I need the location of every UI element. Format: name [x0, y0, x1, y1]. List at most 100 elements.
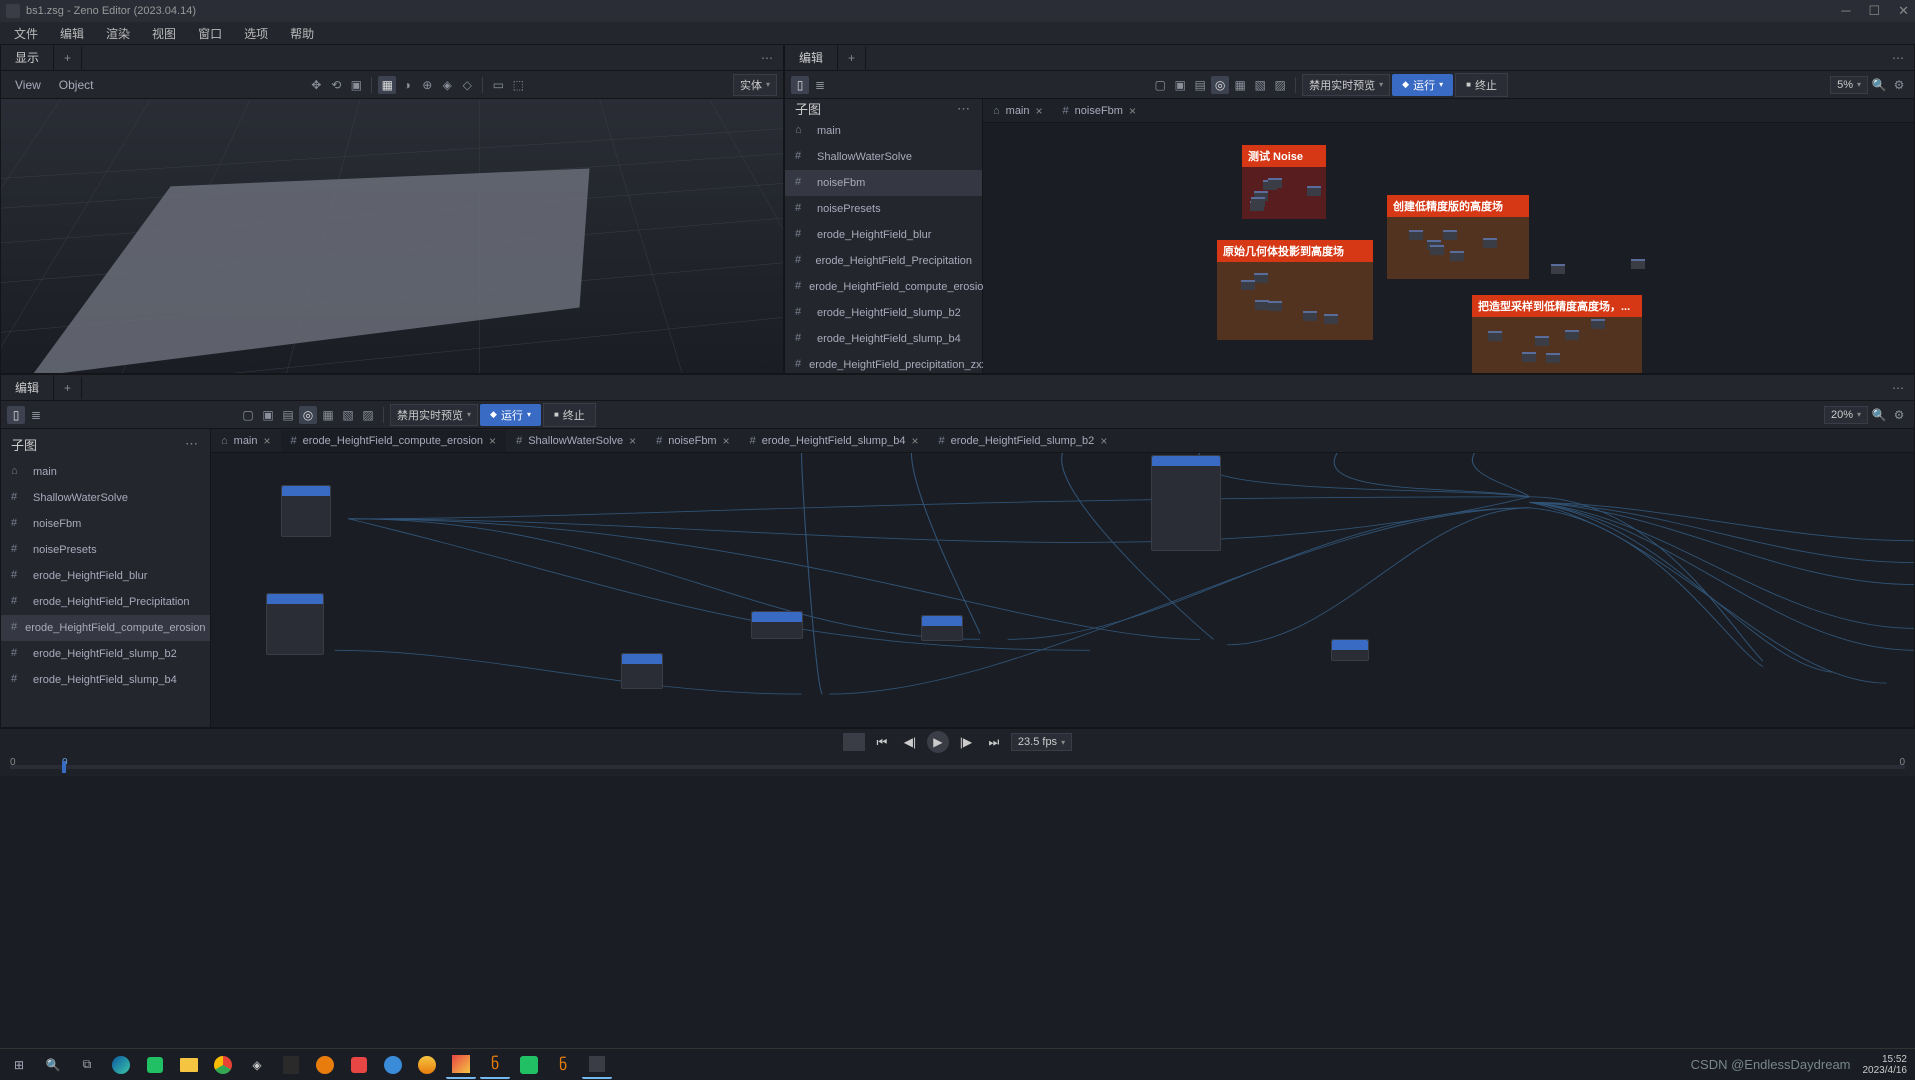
search-icon[interactable]: 🔍	[1870, 76, 1888, 94]
canvas-tab-noisefbm[interactable]: #noiseFbm×	[1053, 100, 1146, 122]
wire-icon[interactable]: ◇	[458, 76, 476, 94]
sidebar-item[interactable]: #erode_HeightField_Precipitation	[1, 589, 210, 615]
sidebar-menu-icon[interactable]: ⋯	[957, 101, 972, 117]
taskview-button[interactable]: ⧉	[72, 1051, 102, 1079]
node-group[interactable]: 测试 Noise	[1242, 145, 1326, 217]
zoom-dropdown[interactable]: 5%	[1830, 76, 1868, 94]
sidebar-item[interactable]: #ShallowWaterSolve	[785, 144, 982, 170]
sidebar-item[interactable]: #ShallowWaterSolve	[1, 485, 210, 511]
houdini-icon[interactable]: ნ	[548, 1051, 578, 1079]
app-icon[interactable]	[412, 1051, 442, 1079]
blender-icon[interactable]	[310, 1051, 340, 1079]
camera-icon[interactable]: ▭	[489, 76, 507, 94]
tab-add-bottom[interactable]: +	[54, 377, 82, 399]
app-icon[interactable]	[446, 1051, 476, 1079]
epic-icon[interactable]	[276, 1051, 306, 1079]
sidebar-item[interactable]: ⌂main	[1, 459, 210, 485]
canvas-tab[interactable]: #noiseFbm×	[646, 430, 739, 452]
menu-help[interactable]: 帮助	[280, 23, 324, 44]
layout1-icon[interactable]: ▯	[791, 76, 809, 94]
object-mode[interactable]: Object	[51, 78, 102, 92]
tool-c-icon[interactable]: ▤	[1191, 76, 1209, 94]
zoom-dropdown[interactable]: 20%	[1824, 406, 1868, 424]
sidebar-item[interactable]: #erode_HeightField_blur	[785, 222, 982, 248]
tool-a-icon[interactable]: ▢	[239, 406, 257, 424]
tool-b-icon[interactable]: ▣	[259, 406, 277, 424]
node-canvas-top[interactable]: ⌂main× #noiseFbm× 测试 Noise创建低精度版的高度场原始几何…	[983, 99, 1914, 373]
app-icon[interactable]	[378, 1051, 408, 1079]
canvas-tab-main[interactable]: ⌂main×	[983, 100, 1053, 122]
scale-icon[interactable]: ▣	[347, 76, 365, 94]
preview-dropdown[interactable]: 禁用实时预览	[390, 404, 478, 426]
prev-frame-button[interactable]: ◀|	[899, 731, 921, 753]
node[interactable]	[1151, 455, 1221, 551]
node[interactable]	[281, 485, 331, 537]
sidebar-item[interactable]: #noiseFbm	[1, 511, 210, 537]
tool-a-icon[interactable]: ▢	[1151, 76, 1169, 94]
layout2-icon[interactable]: ≣	[811, 76, 829, 94]
tool-f-icon[interactable]: ▧	[339, 406, 357, 424]
stop-button[interactable]: 终止	[1455, 73, 1508, 97]
node[interactable]	[921, 615, 963, 641]
close-icon[interactable]: ×	[1036, 104, 1043, 118]
chrome-icon[interactable]	[208, 1051, 238, 1079]
palette-icon[interactable]: ◑	[398, 76, 416, 94]
tab-edit[interactable]: 编辑	[785, 45, 838, 70]
play-button[interactable]: ▶	[927, 731, 949, 753]
tool-d-icon[interactable]: ◎	[299, 406, 317, 424]
zeno-icon[interactable]	[582, 1051, 612, 1079]
rotate-icon[interactable]: ⟲	[327, 76, 345, 94]
tool-b-icon[interactable]: ▣	[1171, 76, 1189, 94]
grid-icon[interactable]: ▦	[378, 76, 396, 94]
panel-menu-icon[interactable]: ⋯	[1884, 51, 1914, 65]
canvas-tab[interactable]: #erode_HeightField_slump_b2×	[928, 430, 1117, 452]
start-button[interactable]: ⊞	[4, 1051, 34, 1079]
tool-e-icon[interactable]: ▦	[319, 406, 337, 424]
cube-icon[interactable]: ◈	[438, 76, 456, 94]
canvas-tab[interactable]: #erode_HeightField_compute_erosion×	[281, 430, 507, 452]
canvas-tab[interactable]: ⌂main×	[211, 430, 281, 452]
sidebar-item[interactable]: #noisePresets	[785, 196, 982, 222]
sidebar-item[interactable]: #erode_HeightField_slump_b2	[785, 300, 982, 326]
sidebar-item[interactable]: #erode_HeightField_compute_erosion	[1, 615, 210, 641]
close-icon[interactable]: ×	[1129, 104, 1136, 118]
node[interactable]	[751, 611, 803, 639]
tool-e-icon[interactable]: ▦	[1231, 76, 1249, 94]
node[interactable]	[621, 653, 663, 689]
tool-g-icon[interactable]: ▨	[359, 406, 377, 424]
node-group[interactable]: 原始几何体投影到高度场	[1217, 240, 1373, 338]
menu-view[interactable]: 视图	[142, 23, 186, 44]
sidebar-item[interactable]: ⌂main	[785, 118, 982, 144]
close-icon[interactable]: ×	[264, 434, 271, 448]
panel-menu-icon[interactable]: ⋯	[753, 51, 783, 65]
node[interactable]	[266, 593, 324, 655]
timeline-range-icon[interactable]	[843, 733, 865, 751]
globe-icon[interactable]: ⊕	[418, 76, 436, 94]
sidebar-item[interactable]: #erode_HeightField_slump_b4	[785, 326, 982, 352]
app-icon[interactable]	[344, 1051, 374, 1079]
run-button[interactable]: 运行	[1392, 74, 1453, 96]
explorer-icon[interactable]	[174, 1051, 204, 1079]
minimize-button[interactable]: ─	[1841, 3, 1850, 19]
layout1-icon[interactable]: ▯	[7, 406, 25, 424]
app-icon[interactable]	[140, 1051, 170, 1079]
node-group[interactable]: 把造型采样到低精度高度场，...	[1472, 295, 1642, 373]
tab-add[interactable]: +	[54, 47, 82, 69]
tool-f-icon[interactable]: ▧	[1251, 76, 1269, 94]
sidebar-item[interactable]: #erode_HeightField_slump_b2	[1, 641, 210, 667]
canvas-tab[interactable]: #ShallowWaterSolve×	[506, 430, 646, 452]
entity-dropdown[interactable]: 实体	[733, 74, 777, 96]
close-icon[interactable]: ×	[723, 434, 730, 448]
run-button[interactable]: 运行	[480, 404, 541, 426]
menu-render[interactable]: 渲染	[96, 23, 140, 44]
canvas-tab[interactable]: #erode_HeightField_slump_b4×	[740, 430, 929, 452]
close-icon[interactable]: ×	[1100, 434, 1107, 448]
sidebar-item[interactable]: #erode_HeightField_compute_erosion	[785, 274, 982, 300]
close-icon[interactable]: ×	[489, 434, 496, 448]
node-canvas-bottom[interactable]	[211, 453, 1914, 727]
node[interactable]	[1331, 639, 1369, 661]
sidebar-item[interactable]: #erode_HeightField_precipitation_zxx	[785, 352, 982, 373]
sidebar-item[interactable]: #noiseFbm	[785, 170, 982, 196]
tab-edit-bottom[interactable]: 编辑	[1, 375, 54, 400]
panel-menu-icon[interactable]: ⋯	[1884, 381, 1914, 395]
